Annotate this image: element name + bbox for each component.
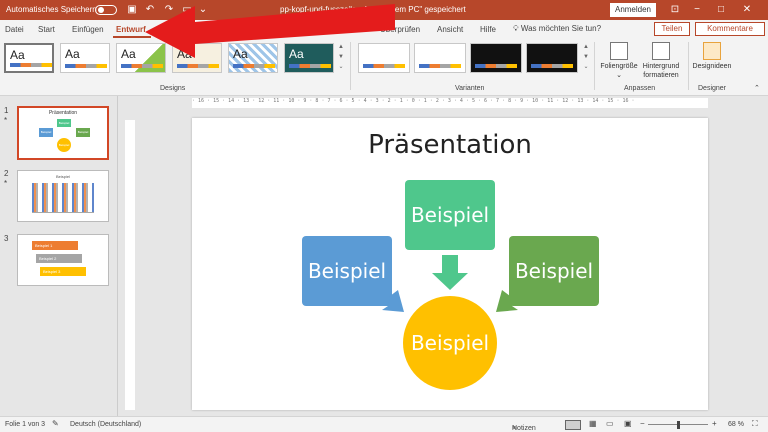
language-label[interactable]: Deutsch (Deutschland): [70, 421, 141, 428]
title-bar: Automatisches Speichern ▣ ↶ ↷ ▭ ⌄ pp-kop…: [0, 0, 768, 20]
arrow-left-to-circle: [382, 290, 404, 312]
arrow-right-to-circle: [496, 290, 518, 312]
tab-einfuegen[interactable]: Einfügen: [72, 25, 104, 34]
slide-thumbnail-1[interactable]: Präsentation Beispiel Beispiel Beispiel …: [17, 106, 109, 160]
thumb2-chart: [32, 183, 94, 213]
designer-group-label: Designer: [698, 85, 727, 92]
lightbulb-icon: 💡︎: [513, 24, 521, 33]
slide-2-star: *: [4, 179, 8, 188]
slide-thumbnail-3[interactable]: Beispiel 1 Beispiel 2 Beispiel 3: [17, 234, 109, 286]
collapse-ribbon-icon[interactable]: ⌃: [754, 84, 760, 92]
status-bar: Folie 1 von 3 ✎ Deutsch (Deutschland) ≡ …: [0, 416, 768, 432]
tab-ueberpruefen[interactable]: Überprüfen: [380, 25, 420, 34]
theme-5[interactable]: Aa: [228, 43, 278, 73]
variants-gallery-scroll[interactable]: ▲ ▼ ⌄: [582, 42, 590, 74]
diagram-arrows: [382, 255, 518, 312]
accessibility-icon[interactable]: ✎: [52, 419, 59, 428]
minimize-icon[interactable]: −: [690, 3, 704, 17]
slide-panel: 1 * Präsentation Beispiel Beispiel Beisp…: [0, 96, 118, 416]
designs-gallery-scroll[interactable]: ▲ ▼ ⌄: [337, 42, 345, 74]
search-box[interactable]: 💡︎ Was möchten Sie tun?: [513, 24, 601, 34]
work-area: 1 * Präsentation Beispiel Beispiel Beisp…: [0, 96, 768, 416]
slide-canvas[interactable]: Präsentation Beispiel Beispiel Beispiel …: [192, 118, 708, 410]
maximize-icon[interactable]: □: [714, 3, 728, 17]
format-background-button[interactable]: Hintergrund formatieren: [640, 42, 682, 80]
autosave-label: Automatisches Speichern: [6, 5, 97, 14]
slideshow-icon[interactable]: ▣: [624, 419, 632, 428]
menu-bar: Datei Start Einfügen Entwurf on Überprüf…: [0, 20, 768, 38]
arrow-down: [432, 255, 468, 290]
theme-4[interactable]: Aa: [172, 43, 222, 73]
slide-number-1: 1: [4, 106, 9, 115]
reading-view-icon[interactable]: ▭: [606, 419, 614, 428]
tab-start[interactable]: Start: [38, 25, 55, 34]
ribbon: Aa Aa Aa Aa Aa Aa ▲ ▼ ⌄ Designs ▲ ▼ ⌄ Varian…: [0, 38, 768, 96]
format-background-icon: [652, 42, 670, 60]
design-ideas-button[interactable]: Designideen: [690, 42, 734, 71]
slide-number-2: 2: [4, 169, 9, 178]
comments-button[interactable]: Kommentare: [695, 22, 765, 36]
search-placeholder: Was möchten Sie tun?: [520, 24, 602, 33]
slide-1-star: *: [4, 116, 8, 125]
variant-1[interactable]: [358, 43, 410, 73]
slide-size-icon: [610, 42, 628, 60]
autosave-toggle[interactable]: [95, 5, 117, 15]
save-icon[interactable]: ▣: [125, 3, 139, 17]
design-ideas-icon: [703, 42, 721, 60]
zoom-in-icon[interactable]: +: [712, 419, 717, 428]
share-button[interactable]: Teilen: [654, 22, 690, 36]
horizontal-ruler: · 16 · 15 · 14 · 13 · 12 · 11 · 10 · 9 ·…: [192, 98, 708, 108]
quick-access-chevron-icon[interactable]: ⌄: [196, 3, 210, 17]
ribbon-display-icon[interactable]: ⊡: [668, 3, 682, 17]
normal-view-icon[interactable]: [565, 420, 581, 430]
tab-datei[interactable]: Datei: [5, 25, 24, 34]
tab-entwurf[interactable]: Entwurf: [116, 25, 146, 34]
variant-4[interactable]: [526, 43, 578, 73]
theme-2[interactable]: Aa: [60, 43, 110, 73]
variants-group-label: Varianten: [455, 85, 485, 92]
tab-bildschirmpraesentation[interactable]: on: [340, 25, 349, 34]
theme-office[interactable]: Aa: [4, 43, 54, 73]
fit-slide-icon[interactable]: ⛶: [752, 419, 758, 429]
document-title: pp-kopf-und-fusszeile - Auf "diesem PC" …: [280, 5, 466, 14]
theme-3[interactable]: Aa: [116, 43, 166, 73]
designs-group-label: Designs: [160, 85, 186, 92]
customize-group-label: Anpassen: [624, 85, 656, 92]
variant-2[interactable]: [414, 43, 466, 73]
slide-size-button[interactable]: Foliengröße ⌄: [598, 42, 640, 80]
tab-ansicht[interactable]: Ansicht: [437, 25, 463, 34]
signin-button[interactable]: Anmelden: [610, 3, 656, 17]
zoom-level[interactable]: 68 %: [728, 421, 744, 428]
undo-icon[interactable]: ↶: [143, 3, 157, 17]
thumb1-title: Präsentation: [48, 110, 78, 116]
slide-info: Folie 1 von 3: [5, 421, 46, 428]
slide-number-3: 3: [4, 234, 9, 243]
close-icon[interactable]: ✕: [740, 3, 754, 17]
slide-sorter-icon[interactable]: ▦: [589, 419, 597, 428]
variant-3[interactable]: [470, 43, 522, 73]
vertical-ruler: [125, 120, 135, 410]
theme-6[interactable]: Aa: [284, 43, 334, 73]
zoom-slider-thumb[interactable]: [677, 421, 680, 429]
zoom-out-icon[interactable]: −: [640, 419, 645, 428]
presentation-icon[interactable]: ▭: [180, 3, 194, 17]
slide-thumbnail-2[interactable]: Beispiel: [17, 170, 109, 222]
redo-icon[interactable]: ↷: [162, 3, 176, 17]
tab-hilfe[interactable]: Hilfe: [480, 25, 496, 34]
